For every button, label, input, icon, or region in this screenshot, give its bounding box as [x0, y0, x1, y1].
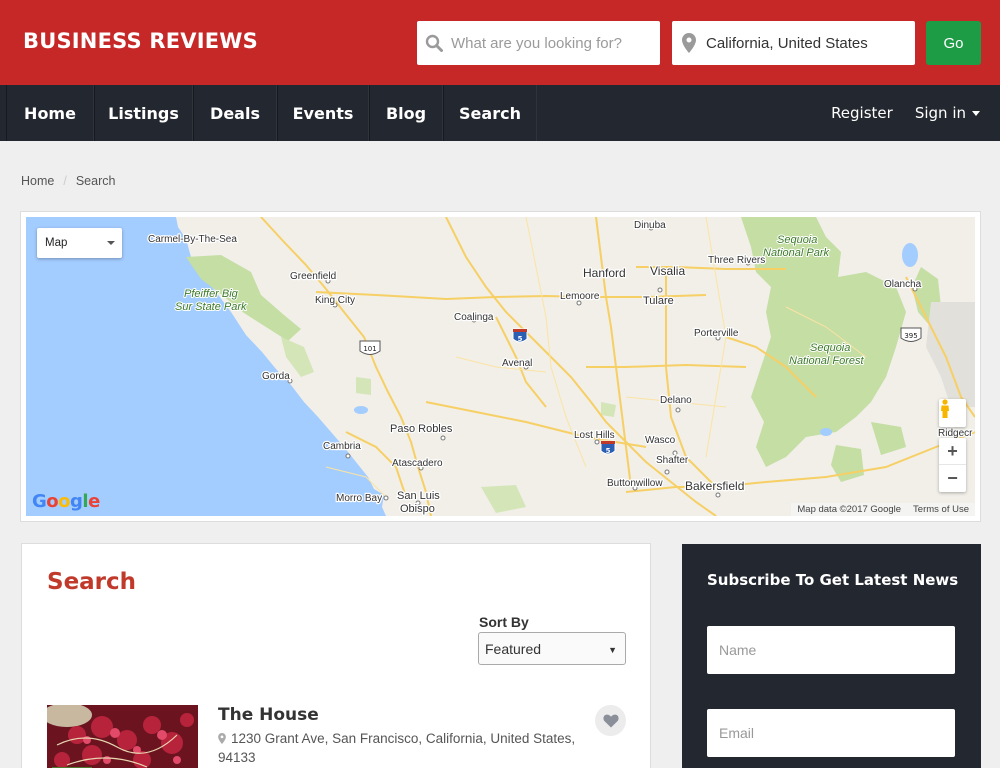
site-logo[interactable]: BUSINESS REVIEWS [23, 29, 258, 53]
map-label: Buttonwillow [607, 478, 663, 489]
subscribe-title: Subscribe To Get Latest News [707, 571, 959, 589]
breadcrumb: Home / Search [21, 174, 115, 188]
nav-items: Home Listings Deals Events Blog Search [6, 85, 537, 141]
highway-shield-us101: 101 [359, 340, 381, 355]
breadcrumb-separator: / [63, 174, 67, 188]
heart-icon [602, 714, 619, 727]
map-label: Carmel-By-The-Sea [148, 234, 237, 245]
highway-shield-i5-south: 5 [600, 440, 616, 455]
terms-link[interactable]: Terms of Use [913, 504, 969, 515]
nav-account: Register Sign in [809, 85, 980, 141]
zoom-in-button[interactable]: + [939, 438, 966, 465]
caret-down-icon [972, 111, 980, 116]
zoom-out-button[interactable]: − [939, 465, 966, 492]
pegman-icon[interactable] [939, 399, 966, 427]
subscribe-email-input[interactable] [707, 709, 955, 757]
zoom-control: + − [939, 438, 966, 492]
search-what-input[interactable] [451, 34, 651, 52]
highway-shield-label: 5 [518, 335, 523, 343]
map-park-label: Pfeiffer Big [184, 288, 239, 300]
map-label: Dinuba [634, 220, 666, 231]
search-where-input[interactable] [706, 34, 906, 52]
map-label: Shafter [656, 455, 689, 466]
nav-item-events[interactable]: Events [277, 85, 369, 141]
map-label: Morro Bay [336, 493, 382, 504]
map-type-dropdown[interactable]: Map [37, 228, 122, 258]
highway-shield-label: 5 [606, 447, 611, 455]
subscribe-name-input[interactable] [707, 626, 955, 674]
map-label: Cambria [323, 441, 361, 452]
map-tiles[interactable]: 5 5 101 395 Carmel-By-The-Sea Dinuba Thr… [26, 217, 975, 516]
highway-shield-label: 395 [904, 332, 917, 340]
caret-down-icon [107, 241, 115, 245]
map-park-label: Sequoia [777, 234, 817, 246]
map-type-label: Map [45, 237, 68, 249]
sort-label: Sort By [479, 614, 529, 630]
subscribe-widget: Subscribe To Get Latest News [682, 544, 981, 768]
map-label: Atascadero [392, 458, 443, 469]
breadcrumb-current: Search [75, 174, 116, 188]
google-logo[interactable]: Google [32, 491, 100, 512]
map-canvas[interactable]: 5 5 101 395 Carmel-By-The-Sea Dinuba Thr… [26, 217, 975, 516]
map-label: Hanford [583, 266, 626, 280]
map-label: Olancha [884, 279, 922, 290]
map-data-text: Map data ©2017 Google [797, 504, 902, 515]
highway-shield-label: 101 [363, 345, 376, 353]
main-nav: Home Listings Deals Events Blog Search R… [0, 85, 1000, 141]
listing-address-text: 1230 Grant Ave, San Francisco, Californi… [218, 731, 576, 765]
map-label: Visalia [650, 264, 685, 278]
search-where-box[interactable] [672, 21, 915, 65]
map-pin-icon [218, 731, 226, 749]
map-park-label: Sequoia [810, 342, 850, 354]
map-label: Paso Robles [390, 423, 453, 435]
signin-label: Sign in [914, 104, 966, 122]
header-bar: BUSINESS REVIEWS Go [0, 0, 1000, 85]
map-label: Lemoore [560, 291, 600, 302]
breadcrumb-home[interactable]: Home [21, 174, 54, 188]
map-label: Greenfield [290, 271, 336, 282]
sort-select[interactable]: Featured ▼ [478, 632, 626, 665]
map-label: Three Rivers [708, 255, 765, 266]
map-container: 5 5 101 395 Carmel-By-The-Sea Dinuba Thr… [20, 211, 981, 522]
map-label: Porterville [694, 328, 739, 339]
signin-dropdown[interactable]: Sign in [915, 104, 980, 122]
map-label: Lost Hills [574, 430, 615, 441]
nav-item-blog[interactable]: Blog [369, 85, 443, 141]
listing-title[interactable]: The House [218, 705, 319, 725]
page-title: Search [47, 569, 137, 595]
nav-item-listings[interactable]: Listings [94, 85, 193, 141]
search-what-box[interactable] [417, 21, 660, 65]
go-button[interactable]: Go [926, 21, 981, 65]
location-pin-icon [672, 33, 706, 53]
favorite-button[interactable] [595, 705, 626, 736]
map-label: San Luis [397, 490, 440, 502]
map-label: Obispo [400, 503, 435, 515]
nav-item-search[interactable]: Search [443, 85, 537, 141]
register-link[interactable]: Register [831, 104, 893, 122]
listing-address: 1230 Grant Ave, San Francisco, Californi… [218, 730, 578, 767]
map-label: Coalinga [454, 312, 494, 323]
map-park-label: Sur State Park [175, 301, 247, 313]
map-label: Bakersfield [685, 479, 744, 493]
listing-thumbnail[interactable] [47, 705, 198, 768]
map-label: Delano [660, 395, 692, 406]
nav-item-home[interactable]: Home [6, 85, 94, 141]
search-icon [417, 34, 451, 52]
sort-value: Featured [485, 640, 542, 657]
map-park-label: National Forest [789, 355, 865, 367]
map-label: King City [315, 295, 355, 306]
search-results-card: Search Sort By Featured ▼ The House 1230… [21, 543, 651, 768]
map-label: Tulare [643, 295, 674, 307]
map-attribution: Map data ©2017 Google Terms of Use [791, 503, 975, 516]
map-label: Avenal [502, 358, 532, 369]
map-label: Gorda [262, 371, 290, 382]
caret-down-icon: ▼ [608, 645, 617, 655]
nav-item-deals[interactable]: Deals [193, 85, 277, 141]
map-park-label: National Park [763, 247, 830, 259]
highway-shield-i5: 5 [512, 328, 528, 343]
highway-shield-us395: 395 [900, 327, 922, 342]
map-label: Wasco [645, 435, 676, 446]
